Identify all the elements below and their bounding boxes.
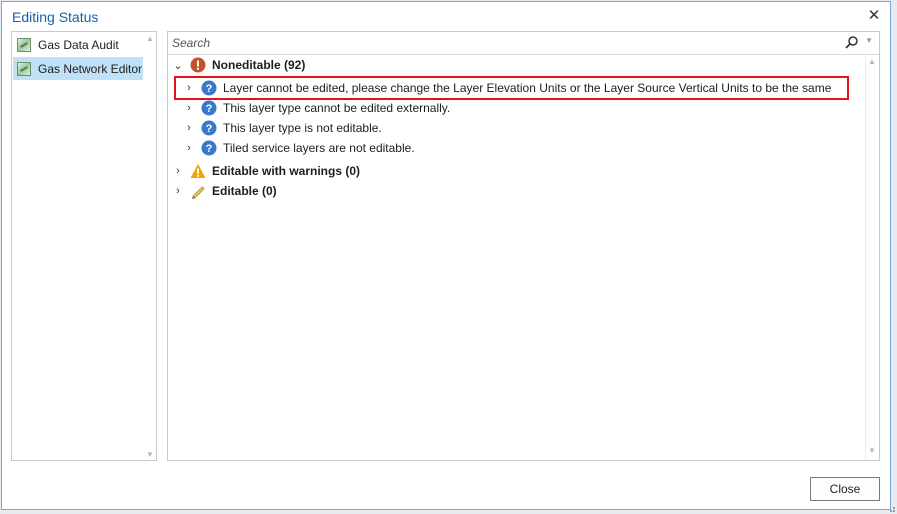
vertical-scrollbar[interactable]: ▲ ▼	[865, 54, 879, 460]
chevron-right-icon[interactable]: ›	[172, 165, 184, 177]
question-icon: ?	[201, 120, 217, 136]
question-icon: ?	[201, 140, 217, 156]
search-bar: ▼	[168, 32, 879, 55]
scroll-down-arrow[interactable]: ▼	[868, 446, 876, 455]
chevron-down-icon[interactable]: ▼	[865, 36, 873, 45]
group-label: Noneditable (92)	[212, 58, 306, 72]
close-icon[interactable]: ✕	[864, 6, 884, 26]
tree-item-tiled-service[interactable]: › ? Tiled service layers are not editabl…	[183, 138, 415, 158]
list-item-gas-network-editor[interactable]: Gas Network Editor	[13, 57, 143, 80]
highlight-box	[174, 76, 849, 100]
list-item-label: Gas Network Editor	[38, 61, 143, 76]
scroll-up-arrow[interactable]: ▲	[146, 34, 154, 43]
svg-text:?: ?	[206, 123, 213, 135]
chevron-right-icon[interactable]: ›	[183, 122, 195, 134]
group-label: Editable (0)	[212, 184, 277, 198]
svg-text:?: ?	[206, 143, 213, 155]
search-input[interactable]	[172, 34, 832, 51]
chevron-right-icon[interactable]: ›	[183, 142, 195, 154]
tree-item-type-not-editable[interactable]: › ? This layer type is not editable.	[183, 118, 382, 138]
scroll-down-arrow[interactable]: ▼	[146, 450, 154, 459]
map-list: Gas Data Audit Gas Network Editor ▲ ▼	[11, 31, 157, 461]
tree-group-editable-with-warnings[interactable]: › Editable with warnings (0)	[172, 161, 360, 181]
svg-text:?: ?	[206, 103, 213, 115]
scroll-up-arrow[interactable]: ▲	[868, 57, 876, 66]
chevron-right-icon[interactable]: ›	[183, 102, 195, 114]
warning-icon	[190, 164, 206, 178]
search-icon[interactable]	[845, 35, 859, 49]
error-icon	[190, 57, 206, 73]
list-item-label: Gas Data Audit	[38, 37, 119, 52]
item-label: Tiled service layers are not editable.	[223, 141, 415, 155]
map-icon	[17, 37, 31, 52]
chevron-right-icon[interactable]: ›	[172, 185, 184, 197]
close-button[interactable]: Close	[810, 477, 880, 501]
map-icon	[17, 61, 31, 76]
question-icon: ?	[201, 100, 217, 116]
group-label: Editable with warnings (0)	[212, 164, 361, 178]
resize-grip-icon[interactable]	[888, 505, 896, 513]
item-label: This layer type is not editable.	[223, 121, 382, 135]
tree-group-editable[interactable]: › Editable (0)	[172, 181, 277, 201]
chevron-down-icon[interactable]: ⌄	[172, 59, 184, 72]
dialog-title: Editing Status	[12, 9, 99, 25]
tree-group-noneditable[interactable]: ⌄ Noneditable (92)	[172, 55, 305, 75]
tree-item-external-edit[interactable]: › ? This layer type cannot be edited ext…	[183, 98, 450, 118]
list-item-gas-data-audit[interactable]: Gas Data Audit	[13, 33, 143, 56]
pencil-icon	[192, 186, 205, 199]
item-label: This layer type cannot be edited externa…	[223, 101, 451, 115]
